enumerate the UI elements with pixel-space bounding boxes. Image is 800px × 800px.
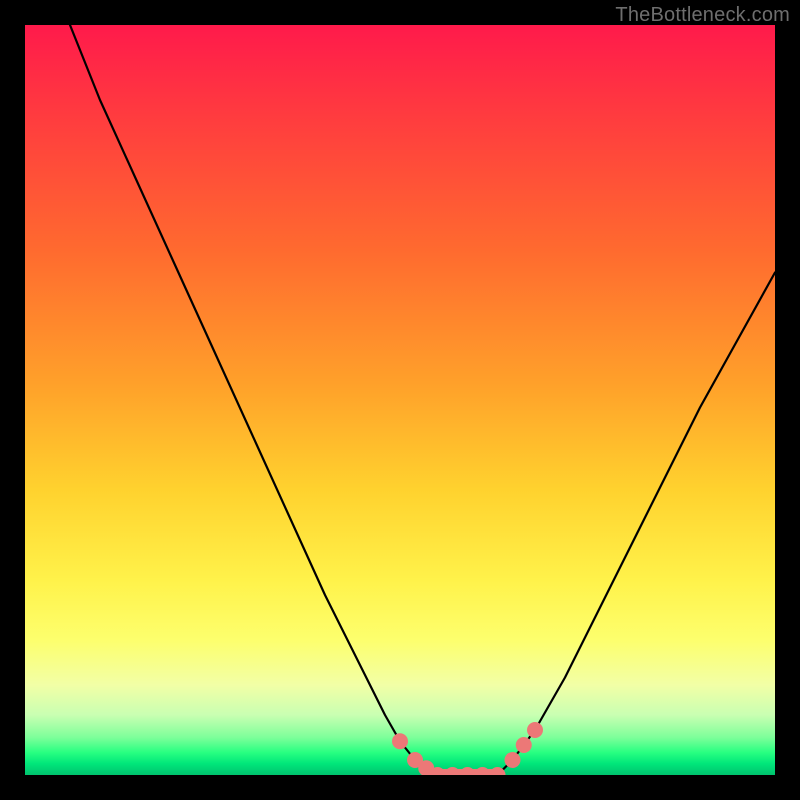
watermark-text: TheBottleneck.com — [615, 4, 790, 27]
highlight-dot — [505, 752, 521, 768]
marker-layer — [392, 722, 543, 775]
highlight-dot — [445, 767, 461, 775]
series-left-branch — [70, 25, 438, 775]
highlight-dot — [475, 767, 491, 775]
plot-area — [25, 25, 775, 775]
highlight-dot — [527, 722, 543, 738]
curve-layer — [70, 25, 775, 775]
highlight-dot — [460, 767, 476, 775]
series-right-branch — [498, 273, 776, 776]
highlight-dot — [392, 733, 408, 749]
outer-frame: TheBottleneck.com — [0, 0, 800, 800]
highlight-dot — [516, 737, 532, 753]
chart-svg — [25, 25, 775, 775]
